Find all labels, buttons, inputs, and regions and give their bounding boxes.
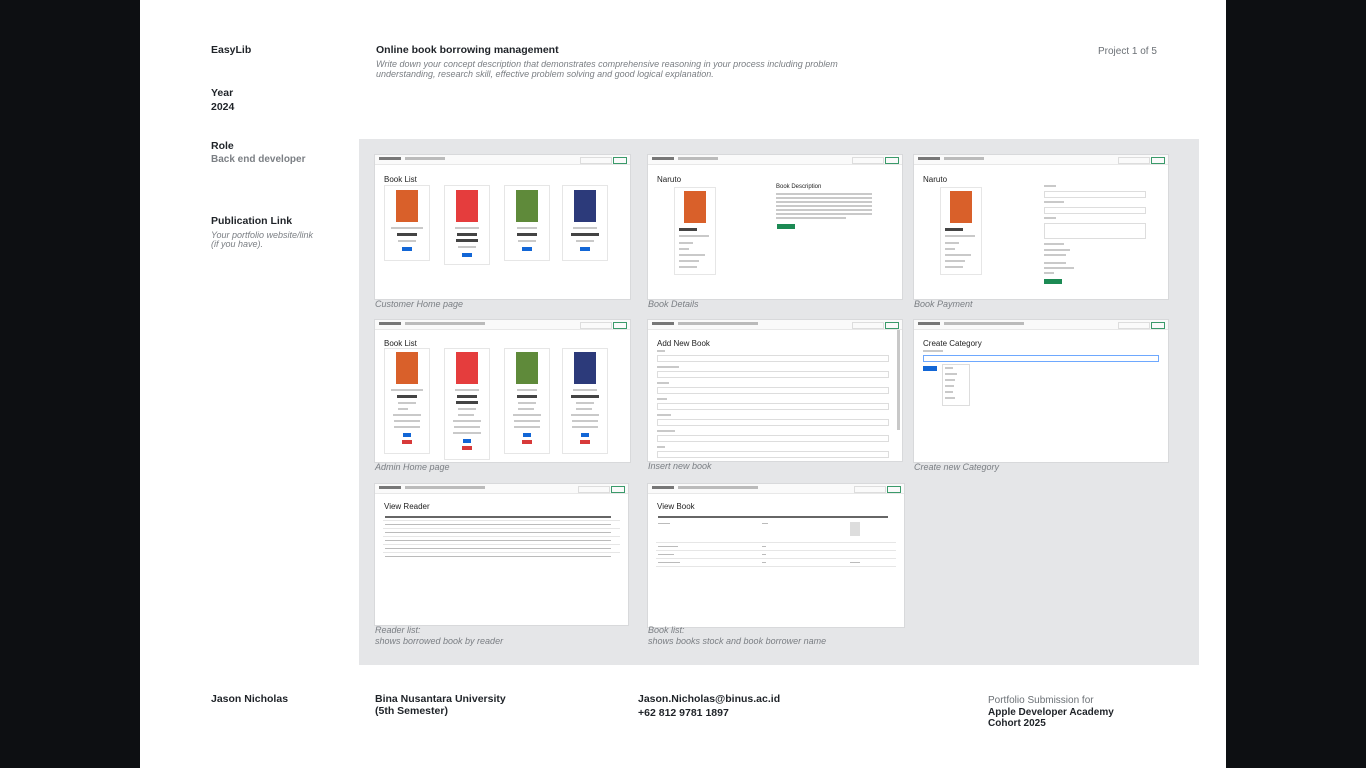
- year-value: 2024: [211, 101, 235, 113]
- screen-create-category: Create Category: [914, 320, 1168, 462]
- caption-view-reader-2: shows borrowed book by reader: [375, 636, 504, 646]
- submission-label: Portfolio Submission for: [988, 695, 1094, 706]
- project-description-1: Write down your concept description that…: [376, 59, 838, 69]
- university: Bina Nusantara University: [375, 693, 506, 705]
- caption-customer-home: Customer Home page: [375, 299, 464, 309]
- publication-hint-2: (if you have).: [211, 239, 264, 249]
- year-label: Year: [211, 87, 234, 99]
- caption-view-book-2: shows books stock and book borrower name: [648, 636, 827, 646]
- caption-book-payment: Book Payment: [914, 299, 973, 309]
- screen-heading: Add New Book: [657, 339, 710, 348]
- description-heading: Book Description: [776, 184, 822, 190]
- project-counter: Project 1 of 5: [1098, 46, 1157, 57]
- screen-heading: Naruto: [923, 175, 948, 184]
- project-title: Online book borrowing management: [376, 44, 559, 56]
- caption-create-category: Create new Category: [914, 462, 1000, 472]
- screen-view-reader: View Reader: [375, 484, 628, 625]
- screenshot-gallery: Book List Customer Home page Naruto Book…: [359, 139, 1199, 665]
- screen-heading: Book List: [384, 339, 417, 348]
- caption-insert-book: Insert new book: [648, 461, 712, 471]
- caption-view-reader-1: Reader list:: [375, 625, 421, 635]
- author-name: Jason Nicholas: [211, 693, 289, 705]
- caption-view-book-1: Book list:: [648, 625, 685, 635]
- email: Jason.Nicholas@binus.ac.id: [638, 693, 781, 705]
- screen-heading: View Book: [657, 502, 695, 511]
- screen-book-details: Naruto Book Description: [648, 155, 902, 299]
- screen-view-book: View Book: [648, 484, 904, 627]
- publication-label: Publication Link: [211, 215, 293, 227]
- screen-heading: Naruto: [657, 175, 682, 184]
- academy-name: Apple Developer Academy: [988, 707, 1114, 718]
- semester: (5th Semester): [375, 705, 448, 717]
- portfolio-page: EasyLib Year 2024 Role Back end develope…: [140, 0, 1226, 768]
- project-name: EasyLib: [211, 44, 252, 56]
- screen-insert-book: Add New Book: [648, 320, 902, 461]
- project-description-2: understanding, research skill, effective…: [376, 69, 714, 79]
- caption-book-details: Book Details: [648, 299, 699, 309]
- role-value: Back end developer: [211, 154, 306, 165]
- screen-book-payment: Naruto: [914, 155, 1168, 299]
- cohort: Cohort 2025: [988, 718, 1046, 729]
- phone: +62 812 9781 1897: [638, 707, 729, 719]
- role-label: Role: [211, 140, 234, 152]
- screen-heading: Book List: [384, 175, 417, 184]
- screen-heading: Create Category: [923, 339, 982, 348]
- screen-admin-home: Book List: [375, 320, 630, 462]
- screen-customer-home: Book List: [375, 155, 630, 299]
- caption-admin-home: Admin Home page: [375, 462, 450, 472]
- screen-heading: View Reader: [384, 502, 430, 511]
